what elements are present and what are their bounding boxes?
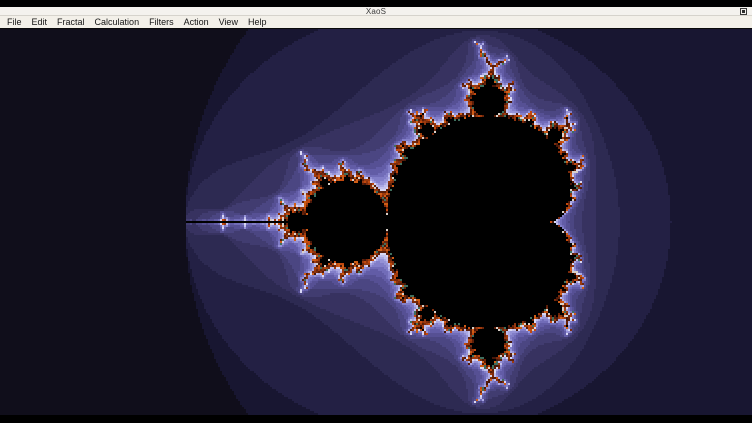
menu-filters[interactable]: Filters <box>144 16 179 28</box>
menu-action[interactable]: Action <box>179 16 214 28</box>
fractal-canvas[interactable] <box>0 29 752 415</box>
window-title: XaoS <box>0 7 752 16</box>
menubar: File Edit Fractal Calculation Filters Ac… <box>0 16 752 29</box>
menu-file[interactable]: File <box>2 16 27 28</box>
menu-help[interactable]: Help <box>243 16 272 28</box>
window-titlebar[interactable]: XaoS <box>0 7 752 16</box>
menu-view[interactable]: View <box>214 16 243 28</box>
desktop-top-strip <box>0 0 752 7</box>
menu-edit[interactable]: Edit <box>27 16 53 28</box>
close-icon <box>742 10 745 13</box>
menu-calculation[interactable]: Calculation <box>90 16 145 28</box>
desktop-bottom-strip <box>0 415 752 423</box>
menu-fractal[interactable]: Fractal <box>52 16 90 28</box>
close-button[interactable] <box>740 8 747 15</box>
